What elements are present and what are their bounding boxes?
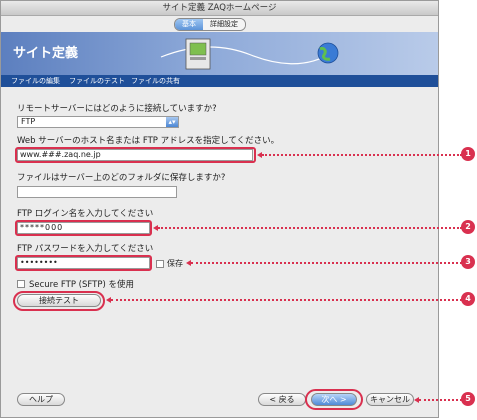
callout-leader xyxy=(419,399,462,401)
sftp-label: Secure FTP (SFTP) を使用 xyxy=(29,280,134,290)
highlight-test-button xyxy=(13,291,105,311)
nav-test-files[interactable]: ファイルのテスト xyxy=(69,75,125,87)
help-button[interactable]: ヘルプ xyxy=(17,393,65,406)
cancel-button[interactable]: キャンセル xyxy=(366,393,414,406)
highlight-host xyxy=(15,147,256,163)
back-button[interactable]: < 戻る xyxy=(258,393,306,406)
callout-leader xyxy=(191,262,462,264)
nav-bar: ファイルの編集 ファイルのテスト ファイルの共有 xyxy=(1,75,438,87)
server-globe-illustration xyxy=(160,38,339,70)
banner-title: サイト定義 xyxy=(13,46,79,61)
mode-tabs: 基本 詳細設定 xyxy=(174,18,246,31)
folder-input[interactable] xyxy=(17,186,177,198)
highlight-next-button xyxy=(305,389,363,410)
connection-type-select[interactable]: FTP ▴▾ xyxy=(17,116,179,128)
header-banner: サイト定義 xyxy=(1,32,438,75)
callout-leader xyxy=(262,154,462,156)
connection-type-value: FTP xyxy=(21,117,36,126)
callout-badge-2: 2 xyxy=(461,220,475,234)
window-title: サイト定義 ZAQホームページ xyxy=(1,1,438,16)
connect-question: リモートサーバーにはどのように接続していますか? xyxy=(17,104,217,114)
callout-badge-1: 1 xyxy=(461,147,475,161)
callout-badge-4: 4 xyxy=(461,292,475,306)
callout-leader xyxy=(111,299,462,301)
callout-badge-3: 3 xyxy=(461,255,475,269)
callout-leader xyxy=(158,227,462,229)
save-password-checkbox[interactable] xyxy=(156,260,164,268)
highlight-password xyxy=(15,255,152,271)
login-label: FTP ログイン名を入力してください xyxy=(17,209,154,219)
tab-advanced[interactable]: 詳細設定 xyxy=(203,19,245,30)
host-label: Web サーバーのホスト名または FTP アドレスを指定してください。 xyxy=(17,136,280,146)
highlight-login xyxy=(15,220,152,236)
nav-share-files[interactable]: ファイルの共有 xyxy=(131,75,180,87)
save-password-label: 保存 xyxy=(167,259,183,268)
sftp-checkbox[interactable] xyxy=(17,280,25,288)
folder-label: ファイルはサーバー上のどのフォルダに保存しますか? xyxy=(17,173,226,183)
callout-badge-5: 5 xyxy=(461,392,475,406)
tab-basic[interactable]: 基本 xyxy=(175,19,203,30)
nav-edit-files[interactable]: ファイルの編集 xyxy=(11,75,60,87)
select-arrow-icon: ▴▾ xyxy=(166,117,178,127)
password-label: FTP パスワードを入力してください xyxy=(17,244,154,254)
